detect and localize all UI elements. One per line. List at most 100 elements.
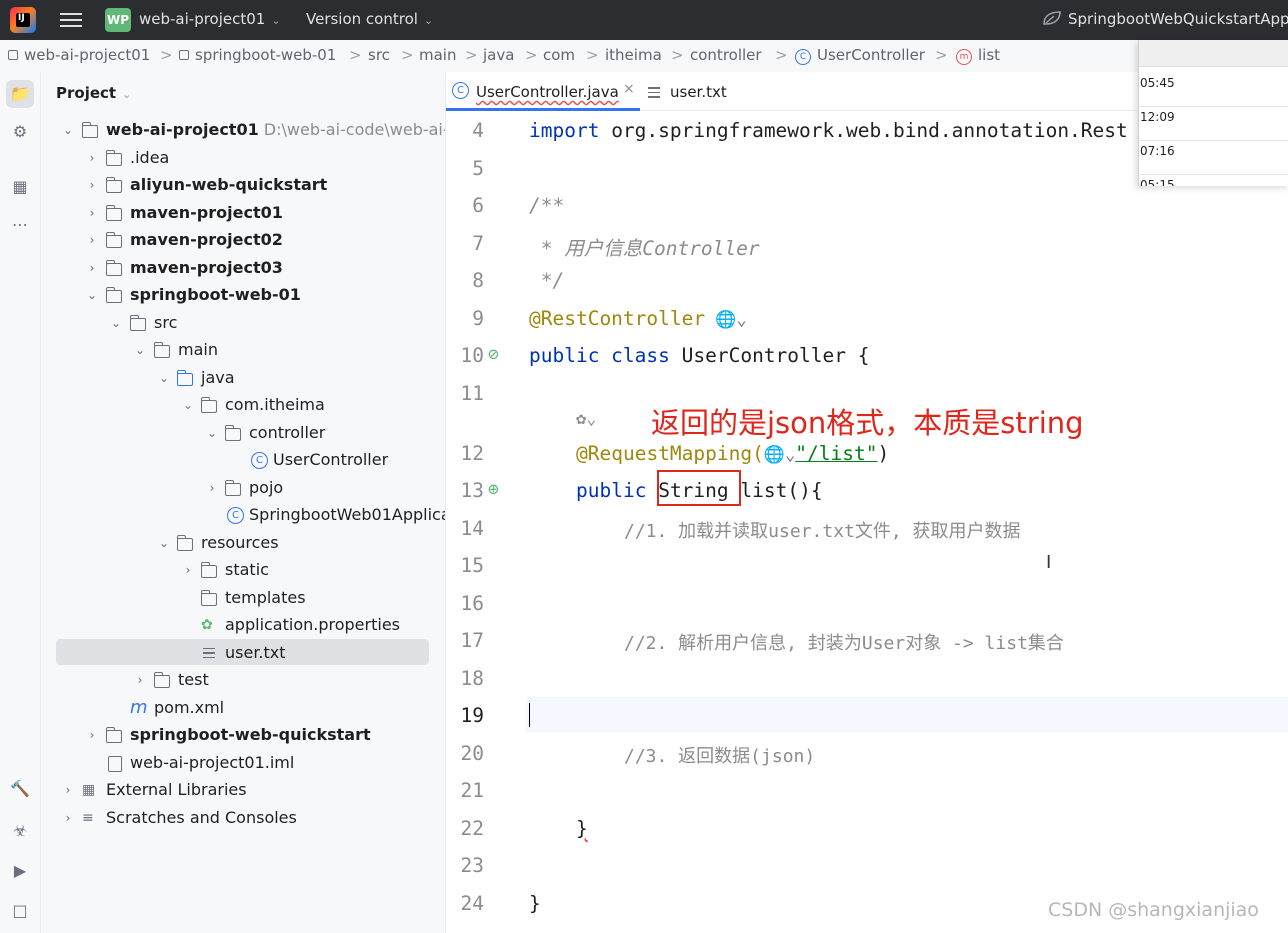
project-switcher[interactable]: web-ai-project01 ⌄ bbox=[139, 10, 281, 28]
tab-user-txt[interactable]: user.txt bbox=[648, 83, 727, 101]
breadcrumb-item-java[interactable]: java bbox=[483, 46, 514, 64]
tree-item[interactable]: ⌄ main bbox=[41, 337, 445, 363]
line-number[interactable]: 13 bbox=[446, 479, 484, 502]
chevron-right-icon[interactable]: › bbox=[133, 667, 147, 693]
tree-item[interactable]: › maven-project03 bbox=[41, 255, 445, 281]
tree-item[interactable]: › ≡ Scratches and Consoles bbox=[41, 805, 445, 831]
project-folder-icon[interactable]: 📁 bbox=[6, 80, 34, 108]
tree-item[interactable]: ✿ application.properties bbox=[41, 612, 445, 638]
tree-item[interactable]: › maven-project02 bbox=[41, 227, 445, 253]
globe-endpoint-icon[interactable]: 🌐⌄ bbox=[705, 310, 746, 330]
breadcrumb-item-controller[interactable]: controller bbox=[690, 46, 762, 64]
tree-item[interactable]: › static bbox=[41, 557, 445, 583]
chevron-right-icon[interactable]: › bbox=[85, 255, 99, 281]
tree-item[interactable]: › springboot-web-quickstart bbox=[41, 722, 445, 748]
chevron-down-icon[interactable]: ⌄ bbox=[157, 530, 171, 556]
line-number[interactable]: 21 bbox=[446, 779, 484, 802]
string-literal[interactable]: "/list" bbox=[795, 442, 877, 465]
tree-item[interactable]: › aliyun-web-quickstart bbox=[41, 172, 445, 198]
line-number[interactable]: 14 bbox=[446, 517, 484, 540]
line-number[interactable]: 12 bbox=[446, 442, 484, 465]
run-configuration-selector[interactable]: SpringbootWebQuickstartApp bbox=[1042, 10, 1288, 28]
chevron-down-icon[interactable]: ⌄ bbox=[109, 310, 123, 336]
tree-item[interactable]: ⌄ controller bbox=[41, 420, 445, 446]
line-number[interactable]: 20 bbox=[446, 742, 484, 765]
line-number[interactable]: 18 bbox=[446, 667, 484, 690]
breadcrumb-item-method[interactable]: m list bbox=[956, 46, 1000, 65]
chevron-right-icon[interactable]: › bbox=[205, 475, 219, 501]
chevron-right-icon[interactable]: › bbox=[61, 805, 75, 831]
breadcrumb-item-main[interactable]: main bbox=[419, 46, 456, 64]
chevron-right-icon[interactable]: › bbox=[61, 777, 75, 803]
breadcrumb-item-com[interactable]: com bbox=[543, 46, 575, 64]
tab-usercontroller-java[interactable]: C UserController.java × bbox=[446, 72, 640, 111]
line-number[interactable]: 24 bbox=[446, 892, 484, 915]
run-services-icon[interactable]: ▶ bbox=[10, 861, 30, 881]
settings-gear-icon[interactable]: ⚙ bbox=[10, 122, 30, 142]
version-control-menu[interactable]: Version control ⌄ bbox=[306, 10, 433, 28]
breadcrumb-item-module[interactable]: springboot-web-01 bbox=[179, 46, 336, 64]
chevron-right-icon[interactable]: › bbox=[85, 200, 99, 226]
line-number[interactable]: 9 bbox=[446, 307, 484, 330]
breadcrumb-item-itheima[interactable]: itheima bbox=[605, 46, 662, 64]
tree-item[interactable]: ⌄ com.itheima bbox=[41, 392, 445, 418]
tree-item[interactable]: ⌄ springboot-web-01 bbox=[41, 282, 445, 308]
chevron-down-icon[interactable]: ⌄ bbox=[85, 282, 99, 308]
more-dots-icon[interactable]: ⋯ bbox=[10, 215, 30, 235]
line-number[interactable]: 7 bbox=[446, 232, 484, 255]
line-number[interactable]: 15 bbox=[446, 554, 484, 577]
line-number[interactable]: 6 bbox=[446, 194, 484, 217]
code-editor[interactable]: 4 5 6 7 8 9 10 11 12 13 14 15 16 17 18 19 20 21 22 23 24 imp… bbox=[446, 111, 1288, 933]
tree-item[interactable]: ⌄ resources bbox=[41, 530, 445, 556]
line-number[interactable]: 11 bbox=[446, 382, 484, 405]
chevron-down-icon[interactable]: ⌄ bbox=[157, 365, 171, 391]
spring-bean-gutter-icon[interactable]: ⊘ bbox=[488, 344, 499, 365]
chevron-down-icon[interactable]: ⌄ bbox=[181, 392, 195, 418]
tree-item[interactable]: ⌄ java bbox=[41, 365, 445, 391]
time-item[interactable]: 05:15 bbox=[1140, 169, 1288, 186]
tree-item[interactable]: C UserController bbox=[41, 447, 445, 473]
chevron-right-icon[interactable]: › bbox=[85, 145, 99, 171]
close-tab-icon[interactable]: × bbox=[623, 81, 635, 97]
intellij-logo-icon[interactable]: IJ bbox=[10, 7, 36, 33]
tree-item[interactable]: › maven-project01 bbox=[41, 200, 445, 226]
line-number[interactable]: 4 bbox=[446, 119, 484, 142]
tree-item[interactable]: templates bbox=[41, 585, 445, 611]
chevron-down-icon[interactable]: ⌄ bbox=[61, 117, 75, 143]
ai-assist-icon[interactable]: ✿⌄ bbox=[576, 409, 596, 429]
build-hammer-icon[interactable]: 🔨 bbox=[10, 779, 30, 799]
line-number[interactable]: 19 bbox=[446, 704, 484, 727]
tree-item[interactable]: › pojo bbox=[41, 475, 445, 501]
tree-item[interactable]: web-ai-project01.iml bbox=[41, 750, 445, 776]
tree-item[interactable]: › test bbox=[41, 667, 445, 693]
line-number[interactable]: 16 bbox=[446, 592, 484, 615]
line-number[interactable]: 8 bbox=[446, 269, 484, 292]
line-number[interactable]: 5 bbox=[446, 157, 484, 180]
project-badge[interactable]: WP bbox=[105, 8, 131, 32]
tree-item[interactable]: m pom.xml bbox=[41, 695, 445, 721]
chevron-down-icon[interactable]: ⌄ bbox=[205, 420, 219, 446]
project-panel-title[interactable]: Project ⌄ bbox=[56, 84, 131, 102]
chevron-right-icon[interactable]: › bbox=[181, 557, 195, 583]
chevron-down-icon[interactable]: ⌄ bbox=[133, 337, 147, 363]
request-mapping-gutter-icon[interactable]: ⊕ bbox=[488, 479, 499, 500]
line-number[interactable]: 17 bbox=[446, 629, 484, 652]
line-number[interactable]: 10 bbox=[446, 344, 484, 367]
tree-item[interactable]: ⌄ src bbox=[41, 310, 445, 336]
chevron-right-icon[interactable]: › bbox=[85, 172, 99, 198]
terminal-icon[interactable]: □ bbox=[10, 901, 30, 921]
line-number[interactable]: 22 bbox=[446, 817, 484, 840]
breadcrumb-item-project[interactable]: web-ai-project01 bbox=[8, 46, 150, 64]
main-menu-icon[interactable] bbox=[60, 9, 82, 31]
tree-item[interactable]: user.txt bbox=[41, 640, 445, 666]
breadcrumb-item-class[interactable]: C UserController bbox=[795, 46, 925, 65]
tree-item[interactable]: › .idea bbox=[41, 145, 445, 171]
tree-item[interactable]: C SpringbootWeb01Applica bbox=[41, 502, 445, 528]
tree-item[interactable]: ⌄ web-ai-project01 D:\web-ai-code\web-ai-… bbox=[41, 117, 445, 143]
structure-icon[interactable]: ▦ bbox=[10, 177, 30, 197]
globe-endpoint-icon[interactable]: 🌐⌄ bbox=[764, 445, 795, 465]
line-number[interactable]: 23 bbox=[446, 854, 484, 877]
chevron-right-icon[interactable]: › bbox=[85, 227, 99, 253]
tree-item[interactable]: › ▦ External Libraries bbox=[41, 777, 445, 803]
debug-bug-icon[interactable]: ☣ bbox=[10, 821, 30, 841]
